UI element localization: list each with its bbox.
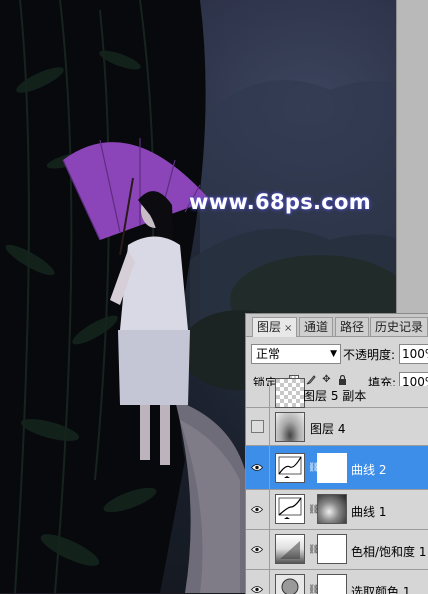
layer-row[interactable]: 图层 5 副本 <box>246 378 428 408</box>
panel-tab-bar: 图层 × 通道 路径 历史记录 <box>246 314 428 337</box>
layer-row[interactable]: ⛓ 色相/饱和度 1 <box>246 530 428 570</box>
visibility-cell[interactable] <box>246 446 270 489</box>
layer-mask-thumbnail[interactable] <box>317 534 347 564</box>
link-icon[interactable]: ⛓ <box>308 462 319 474</box>
visibility-cell[interactable] <box>246 408 270 445</box>
link-icon[interactable]: ⛓ <box>308 544 319 556</box>
opacity-label: 不透明度: <box>343 348 396 362</box>
curves-adjustment-icon <box>275 453 305 483</box>
lock-icon[interactable] <box>337 374 348 385</box>
blend-row: 正常 ▼ 不透明度: 100% <box>246 344 428 366</box>
layer-name: 图层 5 副本 <box>303 389 367 403</box>
layers-panel: 图层× 通道 路径 历史记录 正常 ▼ 不透明度: 100% 锁定: ✥ 填充:… <box>245 313 428 594</box>
layer-mask-thumbnail[interactable] <box>317 453 347 483</box>
tab-close-icon[interactable]: × <box>284 323 292 334</box>
watermark-text: www.68ps.com <box>189 190 371 214</box>
hue-saturation-adjustment-icon <box>275 534 305 564</box>
tab-history[interactable]: 历史记录 <box>370 317 428 336</box>
layer-name: 选取颜色 1 <box>351 585 411 594</box>
tab-paths-label: 路径 <box>340 320 365 334</box>
layer-thumbnail <box>275 378 305 408</box>
layer-row[interactable]: ⛓ 曲线 2 <box>246 446 428 490</box>
layer-mask-thumbnail[interactable] <box>317 494 347 524</box>
visibility-cell[interactable] <box>246 490 270 529</box>
visibility-off-box[interactable] <box>251 419 264 433</box>
blend-mode-value: 正常 <box>256 347 281 361</box>
tab-channels-label: 通道 <box>304 320 329 334</box>
layer-row[interactable]: ⛓ 选取颜色 1 <box>246 570 428 594</box>
tab-paths[interactable]: 路径 <box>335 317 370 336</box>
eye-icon[interactable] <box>251 585 263 594</box>
layer-row[interactable]: 图层 4 <box>246 408 428 446</box>
tab-history-label: 历史记录 <box>375 320 424 334</box>
selective-color-adjustment-icon <box>275 574 305 594</box>
brush-icon[interactable] <box>305 374 316 385</box>
layer-row[interactable]: ⛓ 曲线 1 <box>246 490 428 530</box>
eye-icon[interactable] <box>251 463 263 472</box>
chevron-down-icon: ▼ <box>330 349 337 359</box>
move-icon[interactable]: ✥ <box>321 374 332 385</box>
opacity-input[interactable]: 100% <box>399 344 428 364</box>
link-icon[interactable]: ⛓ <box>308 504 319 516</box>
layer-mask-thumbnail[interactable] <box>317 574 347 594</box>
tab-layers[interactable]: 图层 × <box>252 317 298 337</box>
visibility-cell[interactable] <box>246 386 270 407</box>
tab-layers-label: 图层 <box>257 320 282 334</box>
layer-name: 曲线 2 <box>351 463 387 477</box>
layer-list: 图层 5 副本 图层 4 ⛓ 曲线 2 ⛓ 曲线 1 ⛓ 色相/饱和度 1 ⛓ … <box>246 378 428 594</box>
visibility-cell[interactable] <box>246 570 270 594</box>
curves-adjustment-icon <box>275 494 305 524</box>
layer-thumbnail <box>275 412 305 442</box>
eye-icon[interactable] <box>251 545 263 554</box>
visibility-cell[interactable] <box>246 530 270 569</box>
layer-name: 图层 4 <box>310 422 346 436</box>
app-background-strip <box>396 0 428 313</box>
layer-name: 曲线 1 <box>351 505 387 519</box>
tab-channels[interactable]: 通道 <box>299 317 334 336</box>
layer-name: 色相/饱和度 1 <box>351 545 427 559</box>
blend-mode-select[interactable]: 正常 ▼ <box>251 344 341 364</box>
eye-icon[interactable] <box>251 505 263 514</box>
